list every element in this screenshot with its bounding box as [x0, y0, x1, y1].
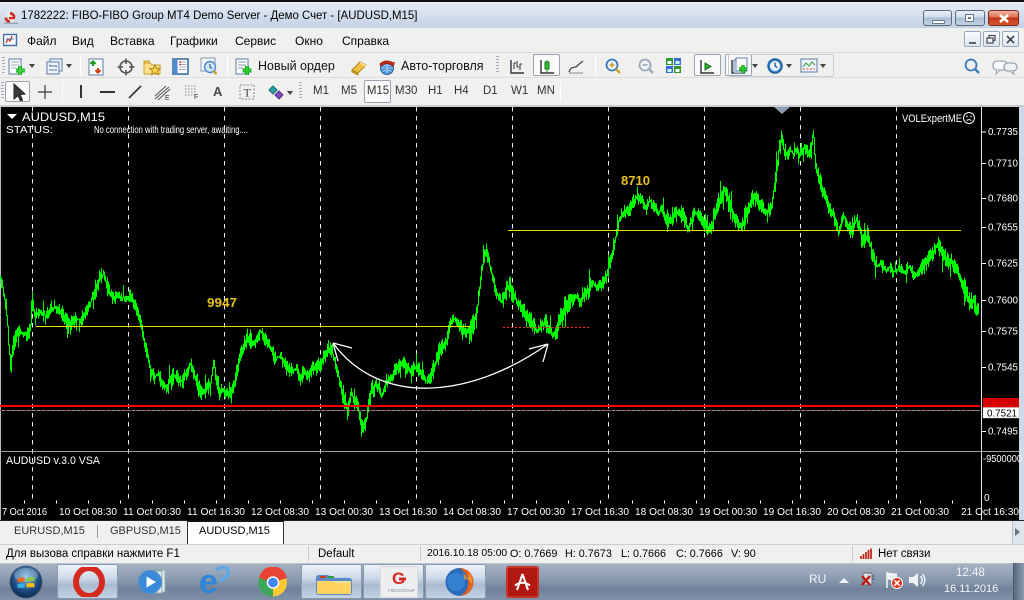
svg-text:11 Oct 16:30: 11 Oct 16:30: [187, 507, 245, 518]
svg-text:STATUS:: STATUS:: [6, 125, 53, 136]
svg-text:0.7545: 0.7545: [988, 363, 1018, 374]
svg-text:AUDUSD,M15: AUDUSD,M15: [22, 110, 105, 124]
svg-text:8710: 8710: [621, 174, 650, 188]
svg-text:E: E: [165, 95, 170, 102]
svg-text:0.7735: 0.7735: [988, 127, 1018, 138]
svg-text:9947: 9947: [207, 296, 237, 310]
svg-text:F: F: [194, 94, 198, 101]
svg-text:10 Oct 08:30: 10 Oct 08:30: [59, 507, 117, 518]
svg-text:0.7575: 0.7575: [988, 327, 1018, 338]
svg-text:0.7495: 0.7495: [988, 427, 1018, 438]
svg-text:0.7600: 0.7600: [988, 296, 1018, 307]
svg-text:FIBOGROUP: FIBOGROUP: [388, 588, 415, 593]
svg-text:0.7710: 0.7710: [988, 159, 1018, 170]
svg-text:17 Oct 16:30: 17 Oct 16:30: [571, 507, 629, 518]
svg-text:13 Oct 16:30: 13 Oct 16:30: [379, 507, 437, 518]
svg-text:AUDUSD v.3.0 VSA: AUDUSD v.3.0 VSA: [6, 455, 101, 467]
svg-text:19 Oct 00:30: 19 Oct 00:30: [699, 507, 757, 518]
svg-text:20 Oct 08:30: 20 Oct 08:30: [827, 507, 885, 518]
svg-text:0.7655: 0.7655: [988, 223, 1018, 234]
svg-text:0: 0: [984, 493, 990, 504]
svg-text:21 Oct 00:30: 21 Oct 00:30: [891, 507, 949, 518]
svg-text:13 Oct 00:30: 13 Oct 00:30: [315, 507, 373, 518]
svg-text:T: T: [244, 86, 252, 100]
svg-text:-9500000: -9500000: [983, 454, 1022, 465]
svg-text:0.7680: 0.7680: [988, 194, 1018, 205]
svg-text:No connection with trading ser: No connection with trading server, await…: [94, 125, 248, 136]
svg-text:0.7625: 0.7625: [988, 259, 1018, 270]
svg-text:21 Oct 16:30: 21 Oct 16:30: [961, 507, 1019, 518]
svg-text:VOLExpertME: VOLExpertME: [902, 113, 962, 125]
svg-text:19 Oct 16:30: 19 Oct 16:30: [763, 507, 821, 518]
svg-text:e: e: [199, 564, 218, 598]
svg-text:0.7521: 0.7521: [987, 409, 1017, 420]
svg-text:18 Oct 08:30: 18 Oct 08:30: [635, 507, 693, 518]
svg-text:7 Oct 2016: 7 Oct 2016: [2, 507, 47, 518]
svg-text:17 Oct 00:30: 17 Oct 00:30: [507, 507, 565, 518]
svg-text:14 Oct 08:30: 14 Oct 08:30: [443, 507, 501, 518]
svg-text:11 Oct 00:30: 11 Oct 00:30: [123, 507, 181, 518]
svg-text:12 Oct 08:30: 12 Oct 08:30: [251, 507, 309, 518]
